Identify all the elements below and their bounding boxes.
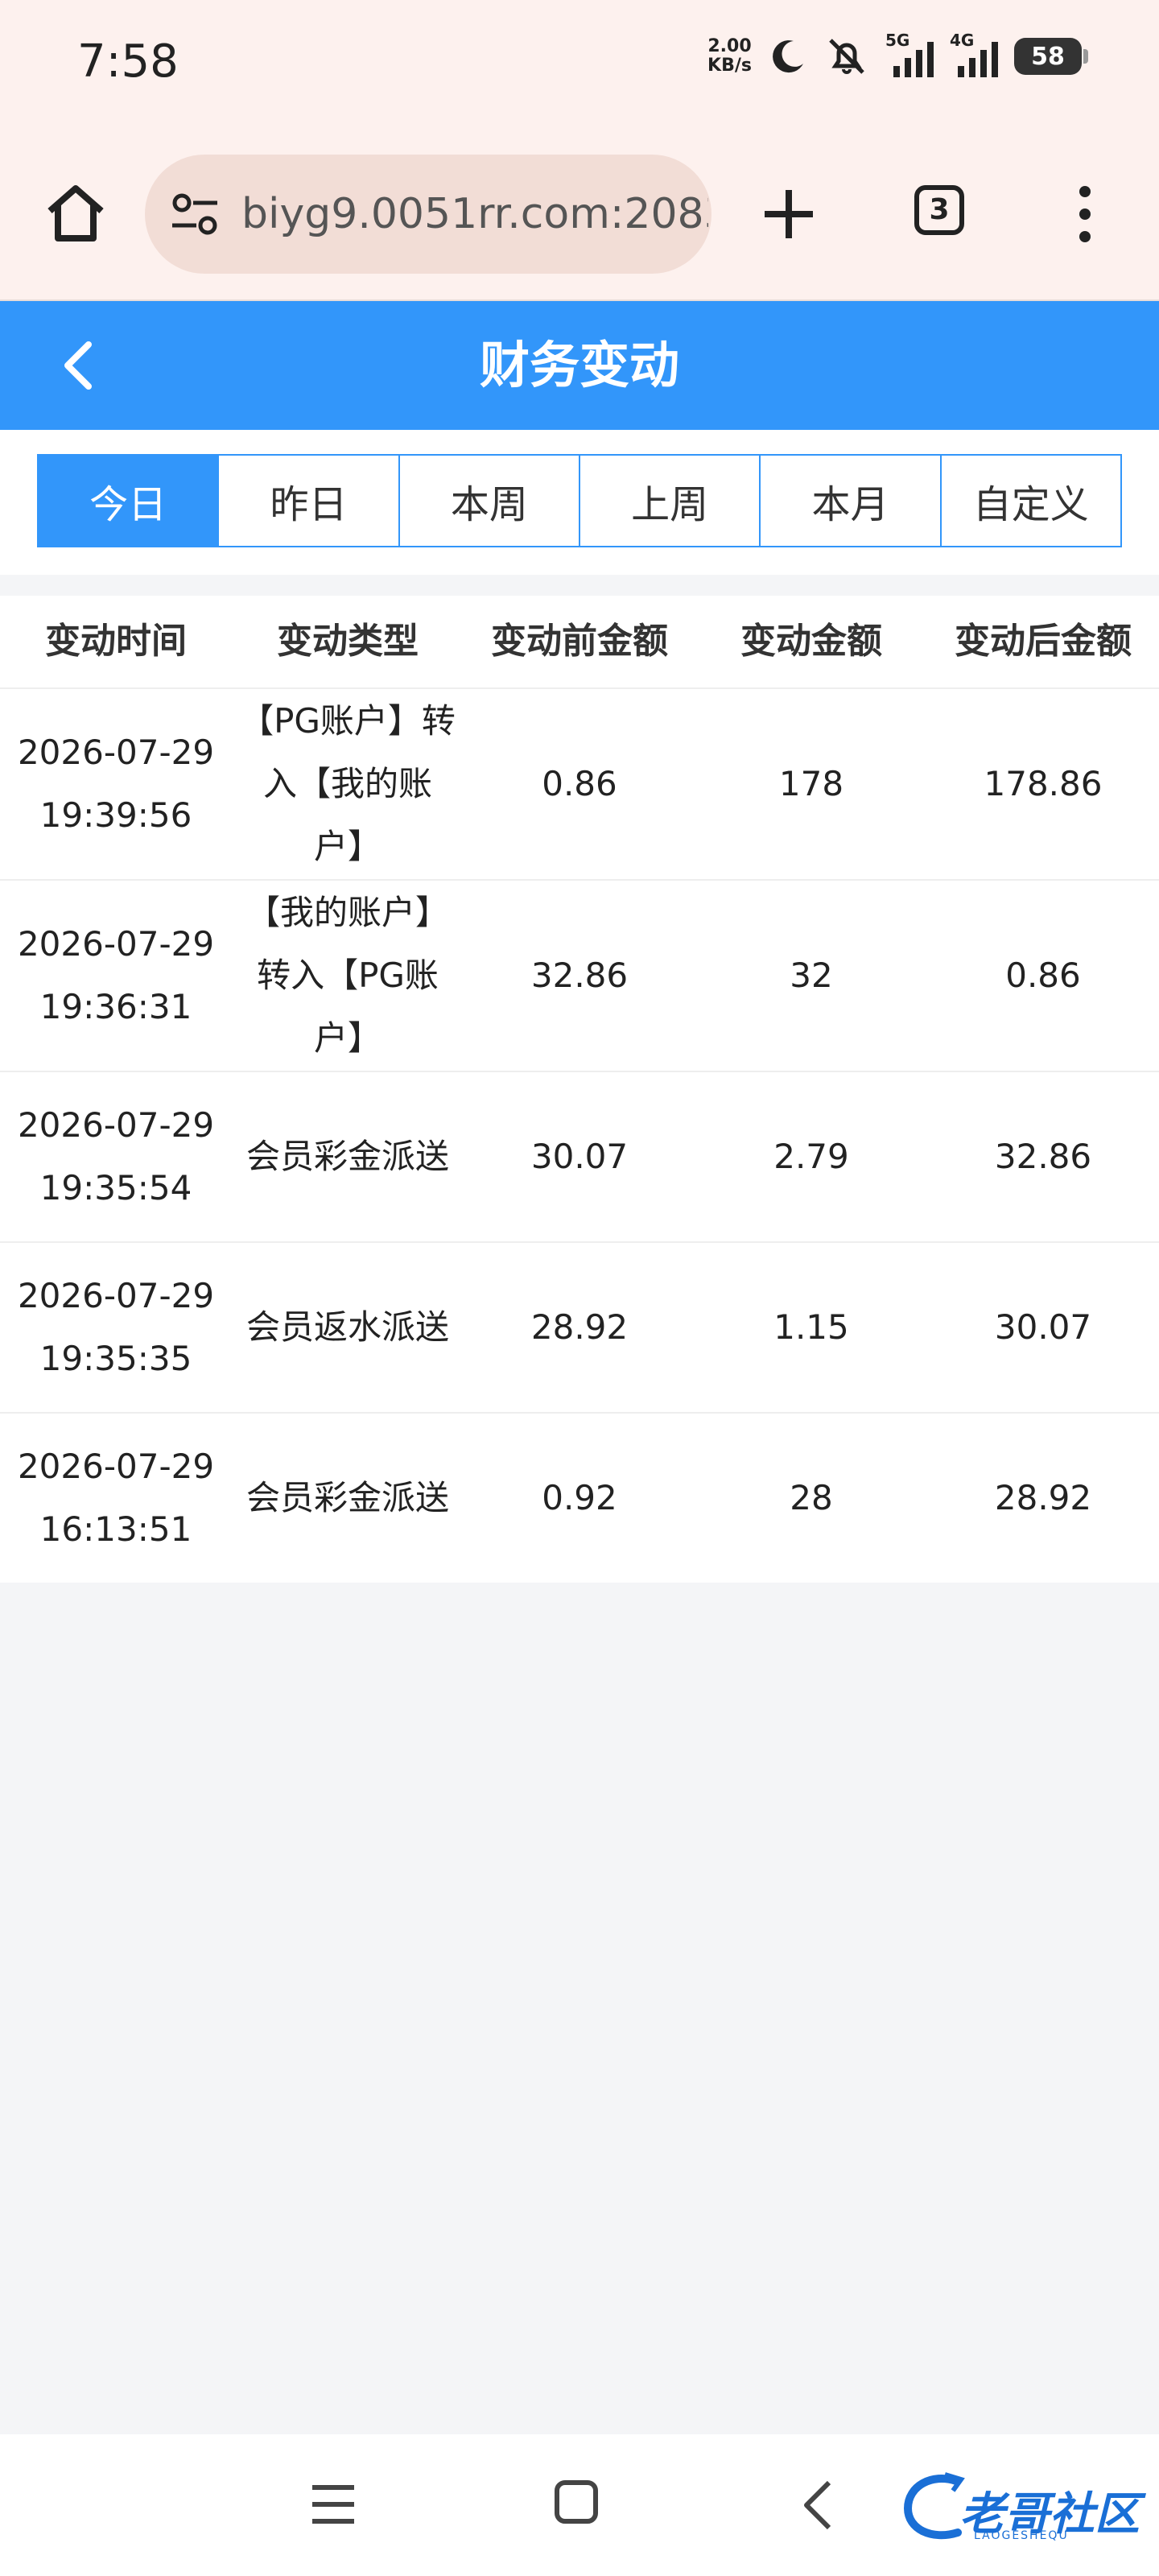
cell-time: 2026-07-29 16:13:51 bbox=[0, 1414, 232, 1583]
cell-time: 2026-07-29 19:39:56 bbox=[0, 689, 232, 879]
cell-type: 【我的账户】转入【PG账户】 bbox=[245, 893, 449, 1058]
cell-date: 2026-07-29 bbox=[17, 733, 215, 772]
battery-level: 58 bbox=[1031, 42, 1065, 71]
header-amount: 变动金额 bbox=[740, 621, 882, 662]
cell-amount: 1.15 bbox=[773, 1307, 849, 1347]
network-speed: 2.00 KB/s bbox=[707, 37, 752, 76]
watermark-subtext: LAOGESHEQU bbox=[974, 2529, 1069, 2542]
cell-amount: 178 bbox=[778, 764, 844, 803]
signal-5g-label: 5G bbox=[885, 31, 910, 50]
finance-table: 变动时间 变动类型 变动前金额 变动金额 变动后金额 2026-07-29 19:… bbox=[0, 596, 1159, 1583]
home-icon[interactable] bbox=[42, 179, 109, 246]
page-header: 财务变动 bbox=[0, 301, 1159, 430]
header-type: 变动类型 bbox=[277, 621, 419, 662]
cell-amount: 32 bbox=[790, 956, 833, 995]
tab-last-week[interactable]: 上周 bbox=[578, 456, 760, 546]
cell-before: 32.86 bbox=[530, 956, 629, 995]
cell-before: 0.92 bbox=[542, 1478, 617, 1517]
cell-before: 0.86 bbox=[542, 764, 617, 803]
header-before: 变动前金额 bbox=[491, 621, 668, 662]
url-bar[interactable]: biyg9.0051rr.com:2083 bbox=[145, 155, 711, 274]
header-time: 变动时间 bbox=[45, 621, 187, 662]
plus-icon[interactable] bbox=[757, 182, 821, 246]
cell-after: 0.86 bbox=[1005, 956, 1081, 995]
cell-time: 2026-07-29 19:35:35 bbox=[0, 1243, 232, 1412]
cell-clock: 19:35:54 bbox=[39, 1168, 192, 1208]
status-icons: 2.00 KB/s 5G 4G 58 bbox=[707, 31, 1088, 79]
cell-before: 28.92 bbox=[530, 1307, 629, 1347]
cell-type: 会员彩金派送 bbox=[245, 1137, 449, 1176]
cell-time: 2026-07-29 19:35:54 bbox=[0, 1072, 232, 1241]
site-settings-icon[interactable] bbox=[169, 190, 221, 238]
table-row: 2026-07-29 19:39:56 【PG账户】转入【我的账户】 0.86 1… bbox=[0, 689, 1159, 881]
status-bar: 7:58 2.00 KB/s 5G 4G 58 bbox=[0, 0, 1159, 137]
cell-date: 2026-07-29 bbox=[17, 924, 215, 964]
signal-4g-icon: 4G bbox=[950, 31, 998, 77]
network-speed-value: 2.00 bbox=[707, 36, 752, 56]
cell-date: 2026-07-29 bbox=[17, 1105, 215, 1145]
header-after: 变动后金额 bbox=[955, 621, 1132, 662]
nav-home-icon[interactable] bbox=[552, 2478, 600, 2526]
table-header: 变动时间 变动类型 变动前金额 变动金额 变动后金额 bbox=[0, 596, 1159, 689]
moon-icon bbox=[773, 40, 803, 73]
recent-apps-icon[interactable] bbox=[309, 2483, 357, 2526]
battery-icon: 58 bbox=[1014, 38, 1088, 75]
cell-clock: 19:36:31 bbox=[39, 987, 192, 1026]
cell-type: 会员彩金派送 bbox=[245, 1478, 449, 1517]
cell-date: 2026-07-29 bbox=[17, 1447, 215, 1486]
system-nav-bar: 老哥社区 LAOGESHEQU bbox=[0, 2434, 1159, 2576]
cell-clock: 16:13:51 bbox=[39, 1509, 192, 1549]
browser-toolbar: biyg9.0051rr.com:2083 3 bbox=[0, 137, 1159, 301]
cell-after: 178.86 bbox=[984, 764, 1103, 803]
network-speed-unit: KB/s bbox=[707, 56, 752, 76]
url-text[interactable]: biyg9.0051rr.com:2083 bbox=[241, 190, 708, 238]
period-tabs-container: 今日 昨日 本周 上周 本月 自定义 bbox=[0, 430, 1159, 575]
more-vert-icon[interactable] bbox=[1070, 182, 1099, 246]
tab-this-week[interactable]: 本周 bbox=[398, 456, 579, 546]
cell-clock: 19:39:56 bbox=[39, 795, 192, 835]
table-row: 2026-07-29 19:36:31 【我的账户】转入【PG账户】 32.86 … bbox=[0, 881, 1159, 1072]
tab-custom[interactable]: 自定义 bbox=[939, 456, 1120, 546]
period-tabs: 今日 昨日 本周 上周 本月 自定义 bbox=[37, 454, 1122, 547]
tab-count: 3 bbox=[929, 193, 950, 226]
cell-amount: 28 bbox=[790, 1478, 833, 1517]
tab-yesterday[interactable]: 昨日 bbox=[217, 456, 398, 546]
cell-time: 2026-07-29 19:36:31 bbox=[0, 881, 232, 1071]
cell-type: 【PG账户】转入【我的账户】 bbox=[240, 701, 456, 866]
signal-5g-icon: 5G bbox=[885, 31, 934, 77]
table-row: 2026-07-29 19:35:54 会员彩金派送 30.07 2.79 32.… bbox=[0, 1072, 1159, 1243]
tabs-icon[interactable]: 3 bbox=[914, 185, 964, 235]
cell-after: 30.07 bbox=[994, 1307, 1092, 1347]
status-time: 7:58 bbox=[77, 35, 179, 88]
cell-after: 32.86 bbox=[994, 1137, 1092, 1176]
bell-off-icon bbox=[829, 39, 864, 74]
tab-this-month[interactable]: 本月 bbox=[759, 456, 940, 546]
cell-date: 2026-07-29 bbox=[17, 1276, 215, 1315]
cell-type: 会员返水派送 bbox=[245, 1307, 449, 1347]
table-row: 2026-07-29 16:13:51 会员彩金派送 0.92 28 28.92 bbox=[0, 1414, 1159, 1583]
cell-amount: 2.79 bbox=[773, 1137, 849, 1176]
cell-after: 28.92 bbox=[994, 1478, 1092, 1517]
watermark-logo: 老哥社区 LAOGESHEQU bbox=[900, 2467, 1141, 2547]
page-title: 财务变动 bbox=[479, 336, 679, 394]
tab-today[interactable]: 今日 bbox=[39, 456, 218, 546]
table-row: 2026-07-29 19:35:35 会员返水派送 28.92 1.15 30.… bbox=[0, 1243, 1159, 1414]
nav-back-icon[interactable] bbox=[800, 2478, 835, 2533]
signal-4g-label: 4G bbox=[950, 31, 975, 50]
back-button[interactable] bbox=[48, 333, 113, 398]
cell-clock: 19:35:35 bbox=[39, 1339, 192, 1378]
cell-before: 30.07 bbox=[530, 1137, 629, 1176]
